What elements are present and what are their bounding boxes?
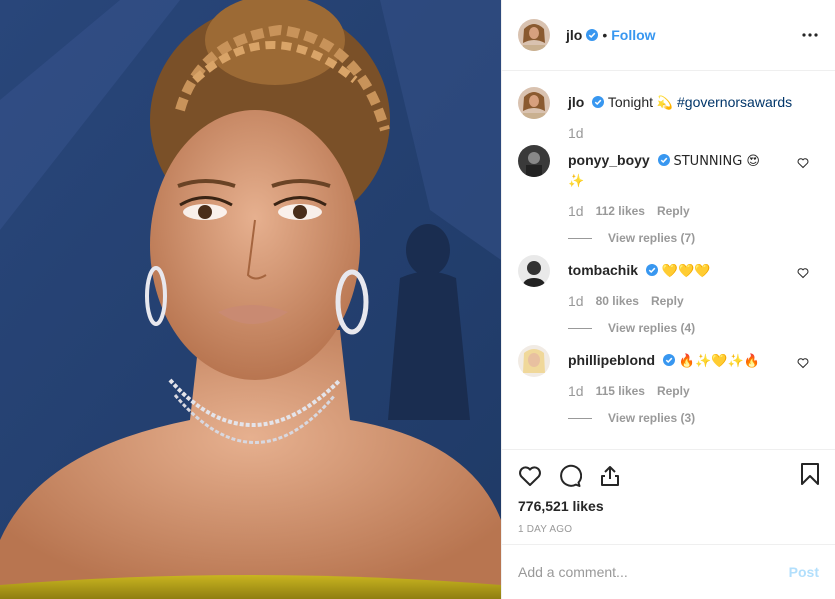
post-date[interactable]: 1 DAY AGO <box>518 524 819 535</box>
caption-emoji: 💫 <box>656 96 674 111</box>
comment-time[interactable]: 1d <box>568 383 584 399</box>
reply-button[interactable]: Reply <box>657 384 690 398</box>
comment-meta: 1d 112 likes Reply <box>568 203 819 219</box>
comment-icon[interactable] <box>558 464 582 488</box>
header-username[interactable]: jlo <box>566 27 582 43</box>
comment-username[interactable]: phillipeblond <box>568 352 655 368</box>
comment-meta: 1d 115 likes Reply <box>568 383 819 399</box>
avatar[interactable] <box>518 345 550 377</box>
header-separator: • <box>602 27 608 43</box>
reply-button[interactable]: Reply <box>657 204 690 218</box>
avatar-jlo-icon <box>518 87 550 119</box>
verified-badge-icon <box>586 29 599 41</box>
comment-item: ponyy_boyy STUNNING 😍 ✨ 1d 112 likes Rep… <box>518 145 819 245</box>
more-horizontal-icon[interactable] <box>801 26 819 44</box>
comment-likes[interactable]: 112 likes <box>596 204 645 218</box>
add-comment-section: Post <box>502 544 835 599</box>
comment-body: ponyy_boyy STUNNING 😍 ✨ 1d 112 likes Rep… <box>568 145 819 245</box>
caption-username[interactable]: jlo <box>568 94 584 110</box>
avatar[interactable] <box>518 87 550 119</box>
caption-time[interactable]: 1d <box>568 125 584 141</box>
comment-like-heart-icon[interactable] <box>797 267 809 279</box>
comment-username[interactable]: ponyy_boyy <box>568 152 650 168</box>
comment-text: tombachik 💛💛💛 <box>568 255 819 281</box>
avatar-jlo-icon <box>518 19 550 51</box>
replies-divider <box>568 237 592 239</box>
verified-badge-icon <box>657 154 670 166</box>
bookmark-icon[interactable] <box>799 462 821 486</box>
comment-like-heart-icon[interactable] <box>797 157 809 169</box>
reply-button[interactable]: Reply <box>651 294 684 308</box>
likes-count[interactable]: 776,521 likes <box>518 498 819 514</box>
comment-likes[interactable]: 80 likes <box>596 294 639 308</box>
view-replies-button[interactable]: View replies (3) <box>568 411 819 425</box>
comment-time[interactable]: 1d <box>568 203 584 219</box>
comment-message: STUNNING 😍 <box>673 154 760 169</box>
verified-badge-icon <box>592 96 605 108</box>
comment-item: phillipeblond 🔥✨💛✨🔥 1d 115 likes Reply V… <box>518 345 819 425</box>
caption-body: jlo Tonight 💫 #governorsawards 1d <box>568 87 819 141</box>
comment-body: phillipeblond 🔥✨💛✨🔥 1d 115 likes Reply V… <box>568 345 819 425</box>
follow-button[interactable]: Follow <box>611 27 655 43</box>
verified-badge-icon <box>663 354 675 366</box>
post-actions: 776,521 likes 1 DAY AGO <box>502 449 835 544</box>
avatar[interactable] <box>518 145 550 177</box>
comment-meta: 1d 80 likes Reply <box>568 293 819 309</box>
comment-message-line2: ✨ <box>568 174 585 189</box>
comment-text: ponyy_boyy STUNNING 😍 ✨ <box>568 145 819 191</box>
view-replies-label: View replies (7) <box>608 231 696 245</box>
comment-username[interactable]: tombachik <box>568 262 638 278</box>
caption-meta: 1d <box>568 125 819 141</box>
comment-likes[interactable]: 115 likes <box>596 384 645 398</box>
view-replies-button[interactable]: View replies (7) <box>568 231 819 245</box>
view-replies-button[interactable]: View replies (4) <box>568 321 819 335</box>
post-photo-illustration <box>0 0 501 599</box>
comment-like-heart-icon[interactable] <box>797 357 809 369</box>
verified-badge-icon <box>645 264 658 276</box>
avatar-tombachik-icon <box>518 255 550 287</box>
caption-hashtag[interactable]: #governorsawards <box>677 94 792 110</box>
add-comment-input[interactable] <box>518 564 789 580</box>
avatar-phillipeblond-icon <box>518 345 550 377</box>
heart-icon[interactable] <box>518 464 542 488</box>
avatar[interactable] <box>518 19 550 51</box>
comment-text: phillipeblond 🔥✨💛✨🔥 <box>568 345 819 371</box>
caption-text: jlo Tonight 💫 #governorsawards <box>568 87 819 113</box>
avatar[interactable] <box>518 255 550 287</box>
post-side-panel: jlo • Follow jlo Tonight 💫 #governorsawa… <box>501 0 835 599</box>
post-photo[interactable] <box>0 0 501 599</box>
post-comment-button[interactable]: Post <box>789 564 819 580</box>
action-buttons <box>518 460 819 492</box>
comment-message: 💛💛💛 <box>661 264 711 279</box>
caption: jlo Tonight 💫 #governorsawards 1d <box>518 87 819 141</box>
comment-item: tombachik 💛💛💛 1d 80 likes Reply View rep… <box>518 255 819 335</box>
comment-body: tombachik 💛💛💛 1d 80 likes Reply View rep… <box>568 255 819 335</box>
post-header: jlo • Follow <box>502 0 835 71</box>
replies-divider <box>568 417 592 419</box>
share-icon[interactable] <box>598 464 622 488</box>
view-replies-label: View replies (3) <box>608 411 696 425</box>
instagram-post: jlo • Follow jlo Tonight 💫 #governorsawa… <box>0 0 835 599</box>
comment-time[interactable]: 1d <box>568 293 584 309</box>
avatar-ponyy-boyy-icon <box>518 145 550 177</box>
caption-message: Tonight <box>607 94 654 110</box>
comment-message: 🔥✨💛✨🔥 <box>678 354 760 369</box>
replies-divider <box>568 327 592 329</box>
view-replies-label: View replies (4) <box>608 321 696 335</box>
comments-list[interactable]: jlo Tonight 💫 #governorsawards 1d ponyy_… <box>502 71 835 449</box>
